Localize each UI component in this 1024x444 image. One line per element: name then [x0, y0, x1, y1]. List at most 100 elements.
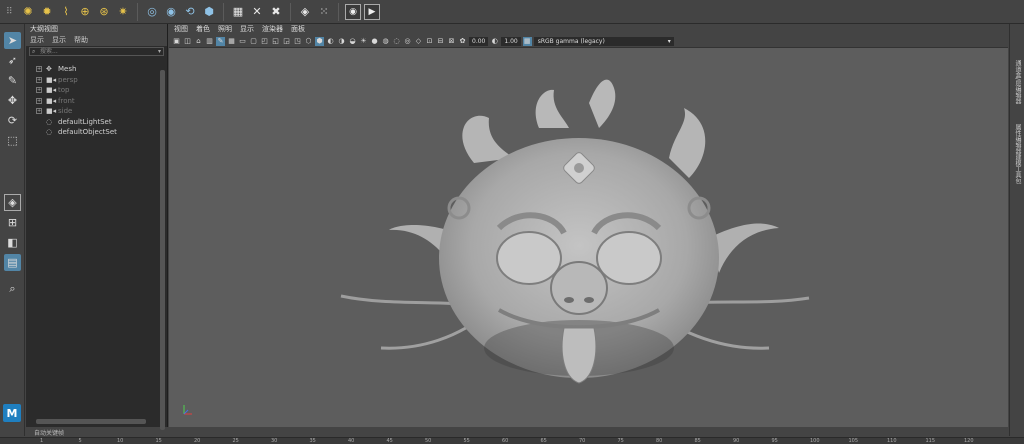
- outliner-item-label: defaultLightSet: [58, 117, 112, 126]
- camera-aim-icon[interactable]: ◉: [163, 4, 179, 20]
- viewport-menu-item[interactable]: 面板: [291, 24, 305, 35]
- render-settings-icon[interactable]: ⟲: [182, 4, 198, 20]
- move-tool-icon[interactable]: ✥: [4, 92, 21, 109]
- expand-icon[interactable]: +: [36, 76, 42, 83]
- select-tool-icon[interactable]: ➤: [4, 32, 21, 49]
- field-chart-icon[interactable]: ◱: [271, 37, 280, 46]
- color-management-icon[interactable]: ▦: [522, 36, 532, 46]
- camera-icon: ■◂: [46, 96, 57, 105]
- viewport-menu-item[interactable]: 照明: [218, 24, 232, 35]
- outliner-item-mesh[interactable]: + ✥ Mesh: [36, 64, 76, 74]
- shadows-icon[interactable]: ●: [370, 37, 379, 46]
- shelf-group: ◎ ◉ ⟲ ⬢: [144, 4, 217, 20]
- directional-light-icon[interactable]: ⌇: [58, 4, 74, 20]
- bookmark-icon[interactable]: ⌂: [194, 37, 203, 46]
- camera-attributes-icon[interactable]: ◫: [183, 37, 192, 46]
- isolate-select-icon[interactable]: ⊡: [425, 37, 434, 46]
- select-camera-icon[interactable]: ▣: [172, 37, 181, 46]
- image-plane-icon[interactable]: ▥: [205, 37, 214, 46]
- resolution-gate-icon[interactable]: ▢: [249, 37, 258, 46]
- ambient-occlusion-icon[interactable]: ◍: [381, 37, 390, 46]
- lasso-tool-icon[interactable]: ➶: [4, 52, 21, 69]
- timeline-tick-label: 55: [463, 438, 470, 444]
- gamma-field[interactable]: 1.00: [501, 36, 521, 46]
- safe-action-icon[interactable]: ◲: [282, 37, 291, 46]
- expand-icon[interactable]: +: [36, 87, 42, 93]
- viewport-menu-item[interactable]: 视图: [174, 24, 188, 35]
- motion-blur-icon[interactable]: ◌: [392, 37, 401, 46]
- eye-icon[interactable]: ◉: [345, 3, 361, 20]
- snap-point-icon[interactable]: ✖: [268, 4, 284, 20]
- snap-curve-icon[interactable]: ✕: [249, 4, 265, 20]
- grease-pencil-icon[interactable]: ✎: [216, 36, 225, 46]
- exposure-icon[interactable]: ✿: [458, 37, 467, 46]
- outliner-menu-item[interactable]: 帮助: [74, 35, 88, 46]
- viewport-menu-item[interactable]: 渲染器: [262, 24, 283, 35]
- shelf-separator: [290, 2, 291, 21]
- rotate-tool-icon[interactable]: ⟳: [4, 112, 21, 129]
- color-space-dropdown[interactable]: sRGB gamma (legacy) ▾: [533, 36, 674, 46]
- 3d-viewport[interactable]: [169, 48, 1008, 427]
- single-view-layout-icon[interactable]: ◈: [4, 194, 21, 211]
- outliner-horizontal-scrollbar[interactable]: [36, 419, 146, 424]
- viewport-menu-item[interactable]: 着色: [196, 24, 210, 35]
- light-sun-icon[interactable]: ✺: [20, 4, 36, 20]
- chevron-down-icon[interactable]: ▾: [158, 48, 161, 55]
- outliner-menu-item[interactable]: 显示: [52, 35, 66, 46]
- shelf-grip-icon[interactable]: ⠿: [6, 3, 13, 21]
- expand-icon[interactable]: +: [36, 108, 42, 114]
- two-view-layout-icon[interactable]: ◧: [4, 234, 21, 251]
- play-icon[interactable]: ▶: [364, 3, 380, 20]
- use-all-lights-icon[interactable]: ☀: [359, 37, 368, 46]
- pivot-icon[interactable]: ◈: [297, 4, 313, 20]
- outliner-item-defaultobjectset[interactable]: ◌ defaultObjectSet: [46, 127, 117, 137]
- xray-icon[interactable]: ◑: [337, 37, 346, 46]
- outliner-item-side[interactable]: + ■◂ side: [36, 106, 72, 116]
- smooth-shade-icon[interactable]: ⬢: [315, 36, 324, 46]
- camera-icon[interactable]: ◎: [144, 4, 160, 20]
- time-slider[interactable]: 1 5 10 15 20 25 30 35 40 45 50 55 60 65 70 75 80 85 90 95 10…: [0, 437, 1024, 444]
- safe-title-icon[interactable]: ◳: [293, 37, 302, 46]
- exposure-field[interactable]: 0.00: [469, 36, 489, 46]
- depth-of-field-icon[interactable]: ◇: [414, 37, 423, 46]
- outliner-item-persp[interactable]: + ■◂ persp: [36, 75, 78, 85]
- scale-tool-icon[interactable]: ⬚: [4, 132, 21, 149]
- volume-light-icon[interactable]: ✷: [115, 4, 131, 20]
- snap-grid-icon[interactable]: ▦: [230, 4, 246, 20]
- outliner-item-top[interactable]: + ■◂ top: [36, 85, 69, 95]
- xray-active-icon[interactable]: ⊠: [447, 37, 456, 46]
- spot-light-icon[interactable]: ⊕: [77, 4, 93, 20]
- outliner-search-input[interactable]: ⌕ 搜索... ▾: [29, 47, 164, 56]
- paint-select-tool-icon[interactable]: ✎: [4, 72, 21, 89]
- outliner-layout-icon[interactable]: ▤: [4, 254, 21, 271]
- outliner-vertical-scrollbar[interactable]: [160, 70, 165, 430]
- xray-joints-icon[interactable]: ⊟: [436, 37, 445, 46]
- outliner-item-front[interactable]: + ■◂ front: [36, 96, 75, 106]
- grid-toggle-icon[interactable]: ⁙: [316, 4, 332, 20]
- outliner-item-defaultlightset[interactable]: ◌ defaultLightSet: [46, 117, 112, 127]
- default-material-icon[interactable]: ◐: [326, 37, 335, 46]
- shelf-separator: [338, 2, 339, 21]
- search-icon[interactable]: ⌕: [4, 280, 21, 297]
- anti-aliasing-icon[interactable]: ◎: [403, 37, 412, 46]
- area-light-icon[interactable]: ⊛: [96, 4, 112, 20]
- gamma-icon[interactable]: ◐: [490, 37, 499, 46]
- timeline-tick-label: 105: [848, 438, 859, 444]
- gate-mask-icon[interactable]: ◰: [260, 37, 269, 46]
- attribute-editor-tab[interactable]: 属性编辑器: [1012, 124, 1022, 154]
- grid-icon[interactable]: ▦: [227, 37, 236, 46]
- film-gate-icon[interactable]: ▭: [238, 37, 247, 46]
- textured-icon[interactable]: ◒: [348, 37, 357, 46]
- right-side-tabs: 通道盒/层编辑器 属性编辑器 建模工具包: [1009, 24, 1024, 436]
- wireframe-icon[interactable]: ⬡: [304, 37, 313, 46]
- viewport-menu-item[interactable]: 显示: [240, 24, 254, 35]
- point-light-icon[interactable]: ✹: [39, 4, 55, 20]
- channel-box-tab[interactable]: 通道盒/层编辑器: [1012, 60, 1022, 104]
- expand-icon[interactable]: +: [36, 97, 42, 104]
- modeling-toolkit-tab[interactable]: 建模工具包: [1012, 154, 1022, 184]
- timeline-tick-label: 100: [810, 438, 820, 444]
- expand-icon[interactable]: +: [36, 66, 42, 72]
- render-cube-icon[interactable]: ⬢: [201, 4, 217, 20]
- four-view-layout-icon[interactable]: ⊞: [4, 214, 21, 231]
- outliner-menu-item[interactable]: 显示: [30, 35, 44, 46]
